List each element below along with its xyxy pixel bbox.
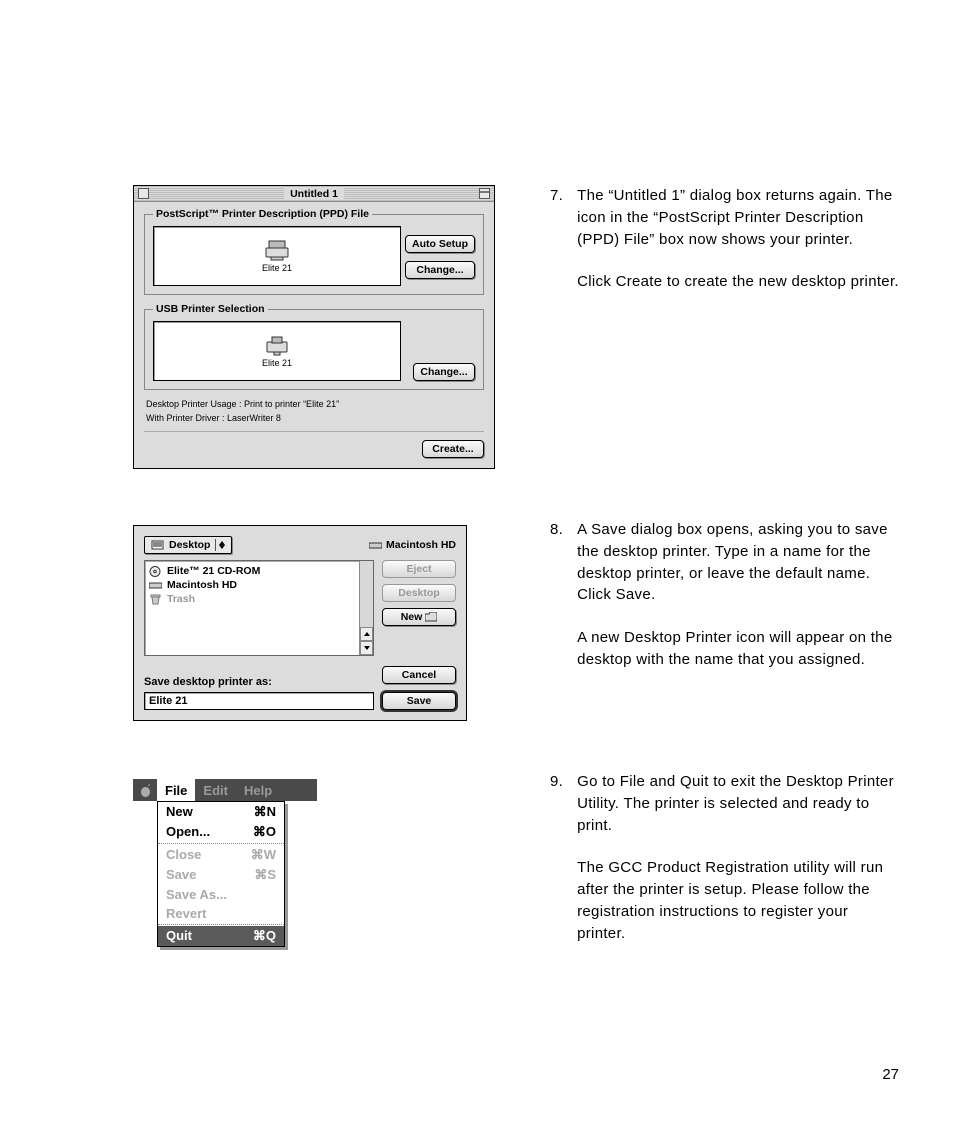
step-text: A new Desktop Printer icon will appear o… xyxy=(577,627,899,671)
menu-separator xyxy=(158,924,284,925)
menu-item-new[interactable]: New⌘N xyxy=(158,802,284,822)
harddisk-icon xyxy=(369,540,382,551)
windowshade-box[interactable] xyxy=(479,188,490,199)
menu-item-save: Save⌘S xyxy=(158,865,284,885)
file-menu: File Edit Help New⌘NOpen...⌘OClose⌘WSave… xyxy=(133,779,317,947)
step-text: Click Create to create the new desktop p… xyxy=(577,271,899,293)
menu-separator xyxy=(158,843,284,844)
dialog-title: Untitled 1 xyxy=(284,188,344,200)
change-ppd-button[interactable]: Change... xyxy=(405,261,475,279)
scroll-down-button[interactable] xyxy=(360,641,373,655)
ppd-fieldset: PostScript™ Printer Description (PPD) Fi… xyxy=(144,208,484,295)
cd-icon xyxy=(149,566,162,577)
step-7: 7. The “Untitled 1” dialog box returns a… xyxy=(550,185,899,293)
menu-item-close: Close⌘W xyxy=(158,845,284,865)
usage-line-1: Desktop Printer Usage : Print to printer… xyxy=(146,398,484,412)
file-list[interactable]: Elite™ 21 CD-ROMMacintosh HDTrash xyxy=(144,560,374,656)
auto-setup-button[interactable]: Auto Setup xyxy=(405,235,475,253)
step-number: 9. xyxy=(550,771,563,944)
popup-arrows-icon xyxy=(215,539,225,551)
desktop-icon xyxy=(151,540,164,551)
untitled-dialog: Untitled 1 PostScript™ Printer Descripti… xyxy=(133,185,495,469)
volume-label: Macintosh HD xyxy=(369,539,456,551)
menubar-edit[interactable]: Edit xyxy=(195,779,236,801)
step-8: 8. A Save dialog box opens, asking you t… xyxy=(550,519,899,671)
usage-line-2: With Printer Driver : LaserWriter 8 xyxy=(146,412,484,426)
close-box[interactable] xyxy=(138,188,149,199)
step-number: 7. xyxy=(550,185,563,293)
usb-well: Elite 21 xyxy=(153,321,401,381)
step-text: A Save dialog box opens, asking you to s… xyxy=(577,519,899,606)
ppd-well: Elite 21 xyxy=(153,226,401,286)
menu-item-saveas: Save As... xyxy=(158,885,284,904)
dialog-titlebar: Untitled 1 xyxy=(134,186,494,202)
location-popup-label: Desktop xyxy=(169,539,210,551)
trash-icon xyxy=(149,594,162,605)
save-as-label: Save desktop printer as: xyxy=(144,676,374,688)
menu-item-quit[interactable]: Quit⌘Q xyxy=(158,926,284,946)
cancel-button[interactable]: Cancel xyxy=(382,666,456,684)
menu-item-open[interactable]: Open...⌘O xyxy=(158,822,284,842)
save-button[interactable]: Save xyxy=(382,692,456,710)
apple-menu-icon[interactable] xyxy=(133,779,157,801)
usage-info: Desktop Printer Usage : Print to printer… xyxy=(144,398,484,425)
folder-icon xyxy=(425,612,437,622)
menubar: File Edit Help xyxy=(133,779,317,801)
ppd-legend: PostScript™ Printer Description (PPD) Fi… xyxy=(153,208,372,220)
menubar-help[interactable]: Help xyxy=(236,779,280,801)
usb-printer-icon xyxy=(263,334,291,356)
laser-printer-icon xyxy=(263,239,291,261)
step-9: 9. Go to File and Quit to exit the Deskt… xyxy=(550,771,899,944)
new-folder-button[interactable]: New xyxy=(382,608,456,626)
list-item[interactable]: Elite™ 21 CD-ROM xyxy=(149,564,355,578)
ppd-device-label: Elite 21 xyxy=(262,263,292,273)
list-item[interactable]: Macintosh HD xyxy=(149,578,355,592)
location-popup[interactable]: Desktop xyxy=(144,536,232,554)
file-dropdown: New⌘NOpen...⌘O Close⌘WSave⌘SSave As...Rev… xyxy=(157,801,285,947)
eject-button[interactable]: Eject xyxy=(382,560,456,578)
save-dialog: Desktop Macintosh HD Elite™ 21 CD-ROMMac… xyxy=(133,525,467,721)
create-button[interactable]: Create... xyxy=(422,440,484,458)
step-number: 8. xyxy=(550,519,563,671)
menu-item-revert: Revert xyxy=(158,904,284,923)
usb-device-label: Elite 21 xyxy=(262,358,292,368)
usb-legend: USB Printer Selection xyxy=(153,303,268,315)
usb-fieldset: USB Printer Selection Elite 21 Change... xyxy=(144,303,484,390)
scrollbar[interactable] xyxy=(359,561,373,655)
step-text: The GCC Product Registration utility wil… xyxy=(577,857,899,944)
list-item: Trash xyxy=(149,592,355,606)
hd-icon xyxy=(149,580,162,591)
scroll-up-button[interactable] xyxy=(360,627,373,641)
step-text: The “Untitled 1” dialog box returns agai… xyxy=(577,185,899,250)
desktop-button[interactable]: Desktop xyxy=(382,584,456,602)
menubar-file[interactable]: File xyxy=(157,779,195,801)
page-number: 27 xyxy=(882,1066,899,1083)
change-usb-button[interactable]: Change... xyxy=(413,363,475,381)
save-as-input[interactable] xyxy=(144,692,374,710)
step-text: Go to File and Quit to exit the Desktop … xyxy=(577,771,899,836)
